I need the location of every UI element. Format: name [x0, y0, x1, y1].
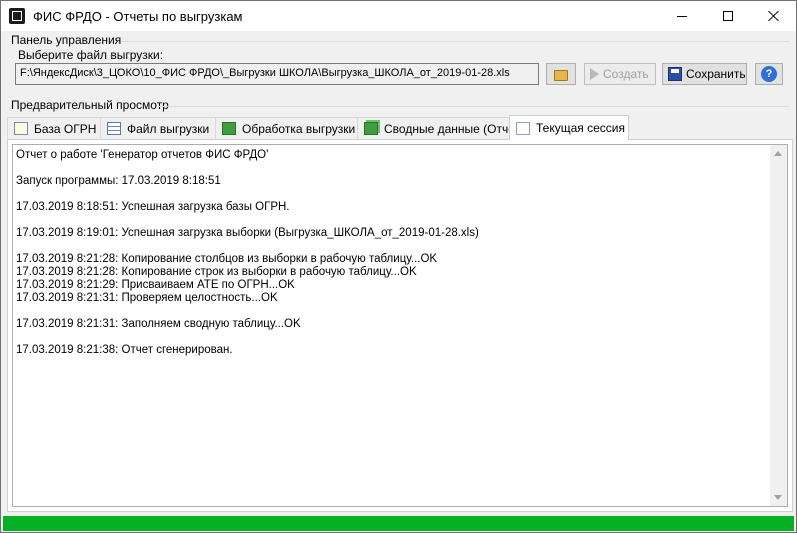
minimize-icon [677, 15, 687, 17]
session-log-text: Отчет о работе 'Генератор отчетов ФИС ФР… [16, 149, 479, 356]
floppy-disk-icon [668, 67, 682, 81]
create-button[interactable]: Создать [584, 63, 656, 85]
tab-upload-file[interactable]: Файл выгрузки [100, 117, 216, 139]
tab-summary-report[interactable]: Сводные данные (Отчет) [357, 117, 524, 139]
play-icon [590, 68, 599, 80]
control-panel-divider [121, 41, 789, 42]
window-title: ФИС ФРДО - Отчеты по выгрузкам [33, 9, 243, 24]
tab-label: Файл выгрузки [127, 121, 210, 136]
tab-current-session[interactable]: Текущая сессия [509, 115, 629, 140]
tab-processing[interactable]: Обработка выгрузки [215, 117, 358, 139]
tab-content: Отчет о работе 'Генератор отчетов ФИС ФР… [7, 139, 793, 512]
save-button[interactable]: Сохранить [662, 63, 747, 85]
status-progress-bar [3, 516, 794, 531]
maximize-button[interactable] [705, 1, 751, 31]
database-icon [14, 122, 28, 135]
tab-label: Сводные данные (Отчет) [384, 121, 524, 136]
open-file-button[interactable] [546, 63, 576, 85]
summary-icon [364, 122, 378, 135]
save-button-label: Сохранить [686, 67, 746, 81]
maximize-icon [723, 11, 733, 21]
file-select-label: Выберите файл выгрузки: [18, 48, 164, 62]
folder-icon [554, 69, 568, 81]
title-bar[interactable]: ФИС ФРДО - Отчеты по выгрузкам [1, 1, 796, 31]
page-icon [516, 121, 530, 135]
preview-label: Предварительный просмотр [11, 98, 169, 112]
progress-fill [3, 516, 794, 531]
control-panel-label: Панель управления [11, 33, 122, 47]
help-icon: ? [761, 66, 777, 82]
session-log-textbox[interactable]: Отчет о работе 'Генератор отчетов ФИС ФР… [12, 144, 788, 507]
tab-label: База ОГРН [34, 121, 97, 136]
process-icon [222, 122, 236, 135]
app-logo-icon [9, 8, 25, 24]
vertical-scrollbar[interactable] [770, 145, 787, 506]
tab-label: Текущая сессия [536, 121, 625, 135]
minimize-button[interactable] [659, 1, 705, 31]
close-button[interactable] [751, 1, 797, 31]
scroll-down-icon[interactable] [774, 495, 782, 500]
scroll-up-icon[interactable] [774, 151, 782, 156]
table-icon [107, 122, 121, 135]
help-button[interactable]: ? [755, 63, 783, 85]
file-path-field[interactable]: F:\ЯндексДиск\3_ЦОКО\10_ФИС ФРДО\_Выгруз… [15, 63, 539, 85]
tab-label: Обработка выгрузки [242, 121, 356, 136]
close-icon [768, 10, 780, 22]
app-window: ФИС ФРДО - Отчеты по выгрузкам Панель уп… [0, 0, 797, 533]
tab-ogrn-base[interactable]: База ОГРН [7, 117, 101, 139]
preview-divider [159, 106, 789, 107]
create-button-label: Создать [603, 67, 649, 81]
